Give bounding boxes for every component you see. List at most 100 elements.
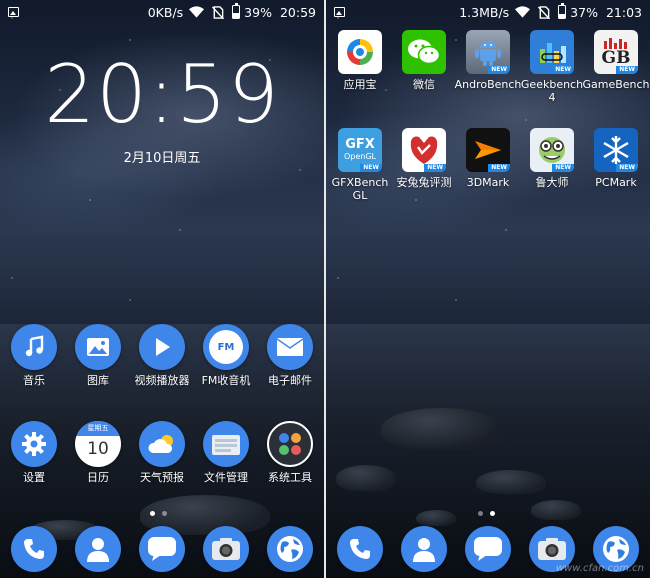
app-label: 鲁大师 bbox=[535, 176, 569, 189]
network-speed: 0KB/s bbox=[147, 4, 184, 20]
app-label: GFXBench GL bbox=[331, 176, 389, 202]
phone-icon bbox=[337, 526, 383, 572]
app-label: 微信 bbox=[413, 78, 435, 91]
new-badge: NEW bbox=[424, 164, 446, 172]
dock-contacts[interactable] bbox=[388, 526, 460, 572]
new-badge: NEW bbox=[552, 164, 574, 172]
app-3dmark[interactable]: NEW 3DMark bbox=[452, 128, 524, 189]
3dmark-icon: NEW bbox=[466, 128, 510, 172]
battery-icon bbox=[232, 3, 241, 19]
fm-icon-text: FM bbox=[217, 341, 235, 353]
app-wechat[interactable]: 微信 bbox=[388, 30, 460, 91]
gfxbench-icon: GFX OpenGL NEW bbox=[338, 128, 382, 172]
dock-camera[interactable] bbox=[190, 526, 262, 572]
page-dot bbox=[150, 511, 155, 516]
app-label: Geekbench 4 bbox=[520, 78, 584, 104]
snowflake-icon: NEW bbox=[594, 128, 638, 172]
play-icon bbox=[139, 324, 185, 370]
page-dot bbox=[490, 511, 495, 516]
message-icon bbox=[139, 526, 185, 572]
wifi-icon bbox=[189, 6, 205, 18]
new-badge: NEW bbox=[360, 164, 382, 172]
network-speed: 1.3MB/s bbox=[459, 4, 510, 20]
dock-phone[interactable] bbox=[0, 526, 70, 572]
dock-messages[interactable] bbox=[126, 526, 198, 572]
gamebench-icon-text: GB bbox=[601, 48, 631, 68]
wifi-icon bbox=[515, 6, 531, 18]
app-weather[interactable]: 天气预报 bbox=[126, 421, 198, 484]
clock-widget[interactable]: 20:59 bbox=[0, 48, 324, 141]
status-bar: 1.3MB/s 37% 21:03 bbox=[326, 0, 650, 24]
app-music[interactable]: 音乐 bbox=[0, 324, 70, 387]
no-sim-icon bbox=[538, 5, 551, 19]
phone-icon bbox=[11, 526, 57, 572]
status-bar: 0KB/s 39% 20:59 bbox=[0, 0, 324, 24]
calendar-day: 10 bbox=[87, 439, 109, 459]
calendar-weekday: 星期五 bbox=[75, 421, 121, 436]
weather-icon bbox=[139, 421, 185, 467]
opengl-icon-text: OpenGL bbox=[343, 152, 377, 161]
app-label: GameBench bbox=[582, 78, 650, 91]
page-indicator bbox=[478, 511, 495, 516]
app-system-tools[interactable]: 系统工具 bbox=[254, 421, 324, 484]
android-robot-icon: NEW bbox=[466, 30, 510, 74]
watermark: www.cfan.com.cn bbox=[555, 563, 644, 574]
app-ludashi[interactable]: NEW 鲁大师 bbox=[516, 128, 588, 189]
dock-messages[interactable] bbox=[452, 526, 524, 572]
gear-icon bbox=[11, 421, 57, 467]
new-badge: NEW bbox=[616, 164, 638, 172]
app-label: 设置 bbox=[23, 471, 45, 484]
screenshot-notification-icon bbox=[8, 7, 19, 17]
new-badge: NEW bbox=[488, 66, 510, 74]
app-gallery[interactable]: 图库 bbox=[62, 324, 134, 387]
app-calendar[interactable]: 星期五 10 日历 bbox=[62, 421, 134, 484]
app-androbench[interactable]: NEW AndroBench bbox=[452, 30, 524, 91]
folder-grid-icon bbox=[267, 421, 313, 467]
app-label: 文件管理 bbox=[204, 471, 248, 484]
gfx-icon-text: GFX bbox=[345, 137, 375, 152]
app-label: 视频播放器 bbox=[134, 374, 190, 387]
app-fm-radio[interactable]: FM FM收音机 bbox=[190, 324, 262, 387]
antutu-icon: NEW bbox=[402, 128, 446, 172]
new-badge: NEW bbox=[488, 164, 510, 172]
screenshot-notification-icon bbox=[334, 7, 345, 17]
contacts-icon bbox=[75, 526, 121, 572]
app-label: 应用宝 bbox=[343, 78, 377, 91]
new-badge: NEW bbox=[616, 66, 638, 74]
app-label: 日历 bbox=[87, 471, 109, 484]
fm-radio-icon: FM bbox=[203, 324, 249, 370]
battery-percent: 39% bbox=[244, 4, 272, 20]
new-badge: NEW bbox=[552, 66, 574, 74]
app-pcmark[interactable]: NEW PCMark bbox=[580, 128, 650, 189]
app-antutu[interactable]: NEW 安兔兔评测 bbox=[388, 128, 460, 189]
app-label: 音乐 bbox=[23, 374, 45, 387]
dock-phone[interactable] bbox=[326, 526, 396, 572]
battery-percent: 37% bbox=[570, 4, 598, 20]
app-label: 系统工具 bbox=[268, 471, 312, 484]
app-label: PCMark bbox=[595, 176, 637, 189]
gamebench-icon: GB NEW bbox=[594, 30, 638, 74]
folder-icon bbox=[203, 421, 249, 467]
app-gamebench[interactable]: GB NEW GameBench bbox=[580, 30, 650, 91]
status-time: 20:59 bbox=[279, 4, 316, 20]
page-indicator bbox=[150, 511, 167, 516]
app-yingyongbao[interactable]: 应用宝 bbox=[326, 30, 396, 91]
dock-browser[interactable] bbox=[254, 526, 324, 572]
app-label: 安兔兔评测 bbox=[396, 176, 452, 189]
geekbench-icon: NEW bbox=[530, 30, 574, 74]
app-video-player[interactable]: 视频播放器 bbox=[126, 324, 198, 387]
app-geekbench[interactable]: NEW Geekbench 4 bbox=[516, 30, 588, 104]
dock-contacts[interactable] bbox=[62, 526, 134, 572]
wechat-icon bbox=[402, 30, 446, 74]
envelope-icon bbox=[267, 324, 313, 370]
app-label: FM收音机 bbox=[201, 374, 251, 387]
calendar-icon: 星期五 10 bbox=[75, 421, 121, 467]
app-store-icon bbox=[338, 30, 382, 74]
app-settings[interactable]: 设置 bbox=[0, 421, 70, 484]
app-gfxbench[interactable]: GFX OpenGL NEW GFXBench GL bbox=[326, 128, 396, 202]
message-icon bbox=[465, 526, 511, 572]
right-home-screen: 1.3MB/s 37% 21:03 应用宝 微信 NEW AndroBench … bbox=[326, 0, 650, 578]
app-email[interactable]: 电子邮件 bbox=[254, 324, 324, 387]
contacts-icon bbox=[401, 526, 447, 572]
app-file-manager[interactable]: 文件管理 bbox=[190, 421, 262, 484]
